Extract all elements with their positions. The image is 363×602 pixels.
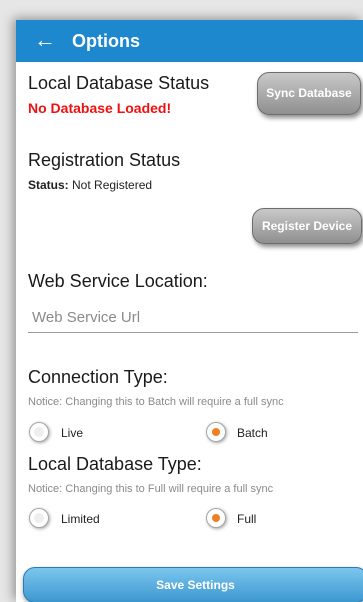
database-status-text: No Database Loaded! [28, 100, 172, 116]
registration-status-label: Status: [28, 178, 69, 192]
arrow-left-icon[interactable]: ← [34, 27, 56, 53]
web-service-heading: Web Service Location: [28, 271, 208, 291]
radio-live-label[interactable]: Live [61, 426, 83, 440]
registration-status-line: Status: Not Registered [28, 178, 152, 192]
radio-batch[interactable] [206, 422, 226, 442]
connection-type-heading: Connection Type: [28, 367, 168, 387]
web-service-url-input[interactable] [28, 305, 362, 329]
registration-status-value: Not Registered [72, 178, 153, 192]
radio-batch-label[interactable]: Batch [237, 426, 268, 440]
connection-type-notice: Notice: Changing this to Batch will requ… [28, 396, 284, 408]
options-screen: ← Options Local Database Status No Datab… [16, 20, 363, 602]
radio-limited-label[interactable]: Limited [61, 512, 100, 526]
radio-full[interactable] [206, 508, 226, 528]
app-bar: ← Options [16, 20, 363, 62]
radio-live[interactable] [29, 422, 49, 442]
radio-limited[interactable] [29, 508, 49, 528]
web-service-field [28, 305, 362, 333]
database-type-notice: Notice: Changing this to Full will requi… [28, 483, 274, 495]
database-status-heading: Local Database Status [28, 73, 210, 93]
radio-full-label[interactable]: Full [237, 512, 256, 526]
page-title: Options [72, 31, 140, 51]
register-device-button[interactable]: Register Device [252, 208, 362, 244]
registration-status-heading: Registration Status [28, 150, 181, 170]
database-type-heading: Local Database Type: [28, 454, 202, 474]
save-settings-button[interactable]: Save Settings [23, 567, 363, 602]
sync-database-button[interactable]: Sync Database [257, 72, 361, 115]
